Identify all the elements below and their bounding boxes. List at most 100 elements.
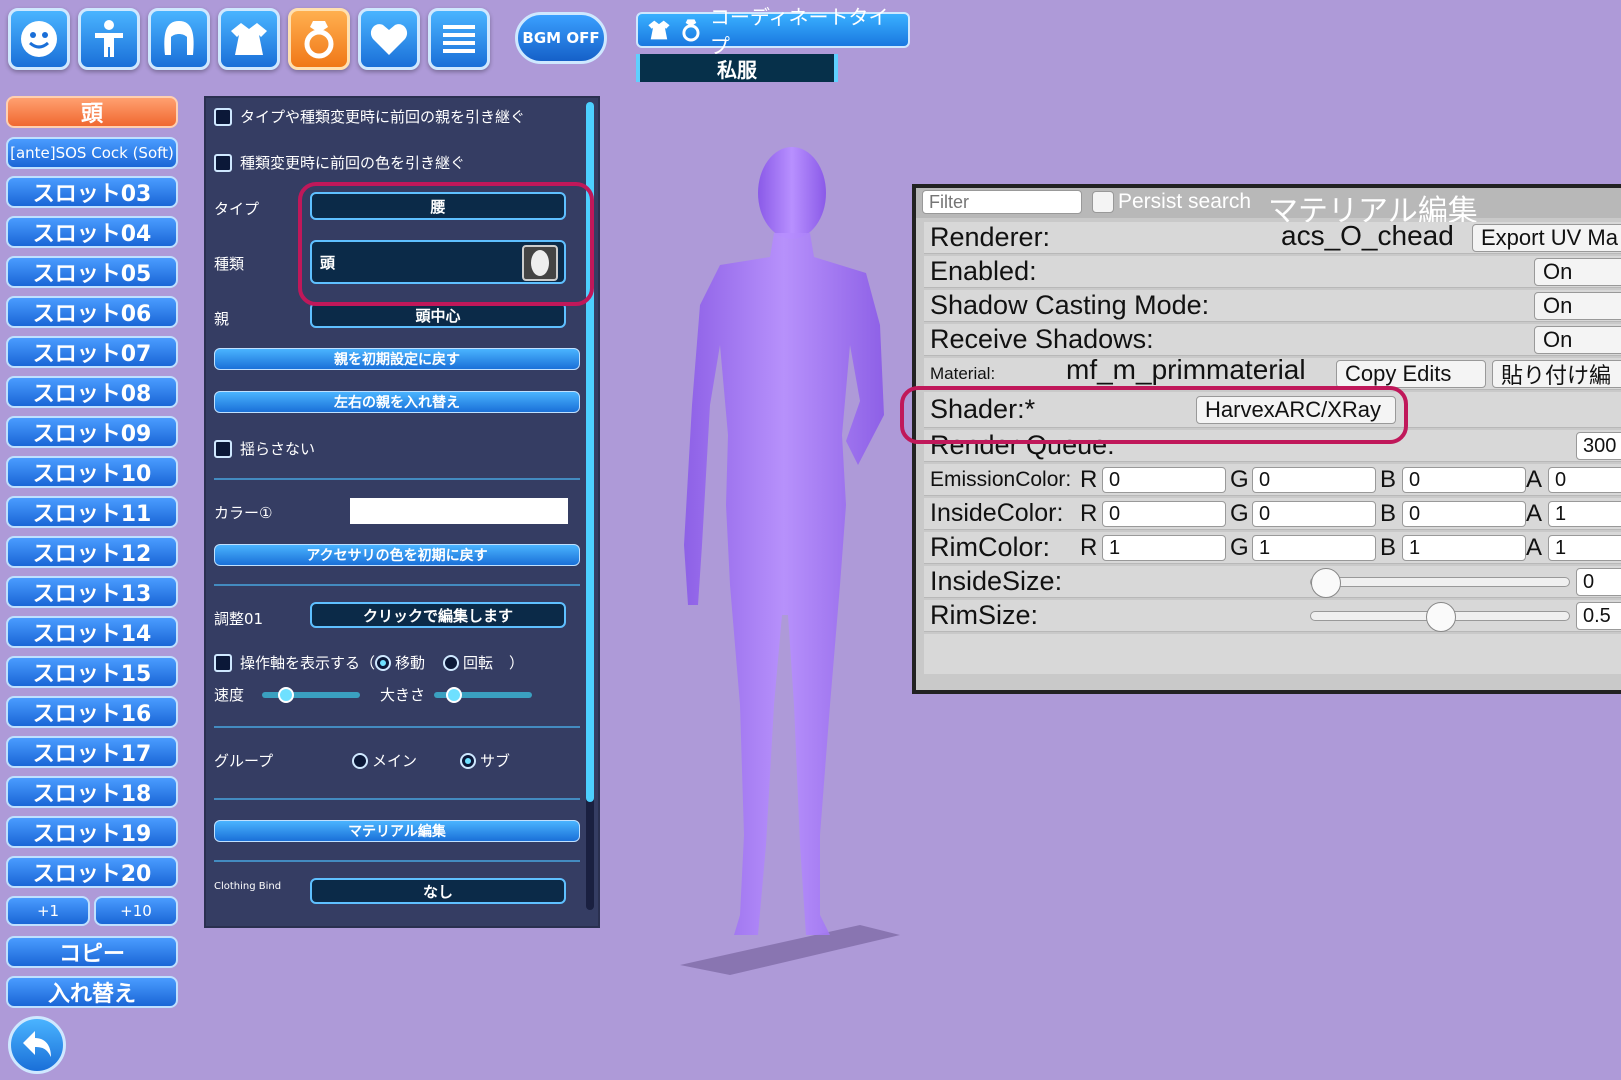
slot-button[interactable]: スロット11 [6, 496, 178, 528]
inside-channel-input[interactable]: 0 [1102, 501, 1226, 527]
keep-color-toggle[interactable]: 種類変更時に前回の色を引き継ぐ [214, 152, 465, 173]
size-slider[interactable] [434, 687, 532, 703]
rim-size-input[interactable]: 0.5 [1576, 602, 1621, 630]
no-sway-toggle[interactable]: 揺らさない [214, 438, 315, 459]
bgm-toggle-button[interactable]: BGM OFF [515, 12, 607, 64]
filter-input[interactable] [922, 190, 1082, 214]
hair-icon[interactable] [148, 8, 210, 70]
show-axis-checkbox[interactable] [214, 653, 232, 672]
render-queue-input[interactable]: 300 [1576, 432, 1621, 460]
slot-button[interactable]: スロット06 [6, 296, 178, 328]
keep-color-checkbox[interactable] [214, 153, 232, 172]
emission-channel-input[interactable]: 0 [1252, 467, 1376, 493]
copy-edits-button[interactable]: Copy Edits [1336, 360, 1486, 388]
inside-size-knob[interactable] [1311, 568, 1341, 598]
rim-size-knob[interactable] [1426, 602, 1456, 632]
emission-channel-input[interactable]: 0 [1102, 467, 1226, 493]
slot-button[interactable]: スロット19 [6, 816, 178, 848]
slot-button[interactable]: スロット15 [6, 656, 178, 688]
inside-channel-input[interactable]: 1 [1548, 501, 1621, 527]
group-main-option[interactable]: メイン [352, 750, 417, 771]
size-slider-knob[interactable] [446, 687, 463, 703]
group-main-radio[interactable] [352, 752, 368, 769]
enabled-toggle[interactable]: On [1534, 258, 1621, 286]
copy-button[interactable]: コピー [6, 936, 178, 968]
inside-size-slider[interactable] [1310, 568, 1570, 598]
color1-label: カラー① [214, 504, 273, 522]
size-label: 大きさ [380, 686, 426, 704]
persist-search-checkbox[interactable] [1092, 191, 1114, 213]
keep-parent-toggle[interactable]: タイプや種類変更時に前回の親を引き継ぐ [214, 106, 525, 127]
swap-button[interactable]: 入れ替え [6, 976, 178, 1008]
group-label: グループ [214, 752, 274, 770]
inside-size-label: InsideSize: [930, 566, 1063, 596]
slot-button[interactable]: スロット12 [6, 536, 178, 568]
group-sub-label: サブ [480, 752, 511, 770]
coordinate-type-button[interactable]: コーディネートタイプ [636, 5, 910, 58]
emission-channel-input[interactable]: 0 [1402, 467, 1526, 493]
swap-parent-button[interactable]: 左右の親を入れ替え [214, 391, 580, 413]
reset-color-button[interactable]: アクセサリの色を初期に戻す [214, 544, 580, 566]
speed-slider[interactable] [262, 687, 360, 703]
slot-button[interactable]: スロット16 [6, 696, 178, 728]
slot-head[interactable]: 頭 [6, 96, 178, 128]
clothing-icon[interactable] [218, 8, 280, 70]
material-edit-button[interactable]: マテリアル編集 [214, 820, 580, 842]
paste-edits-button[interactable]: 貼り付け編 [1492, 360, 1621, 388]
inside-channel-input[interactable]: 0 [1402, 501, 1526, 527]
receive-shadows-toggle[interactable]: On [1534, 326, 1621, 354]
slot-button[interactable]: スロット05 [6, 256, 178, 288]
slot-button[interactable]: スロット08 [6, 376, 178, 408]
slot-button[interactable]: スロット18 [6, 776, 178, 808]
accessory-ring-icon[interactable] [288, 8, 350, 70]
divider [214, 798, 580, 800]
rim-channel-input[interactable]: 1 [1102, 535, 1226, 561]
slot-button[interactable]: スロット20 [6, 856, 178, 888]
rim-size-slider[interactable] [1310, 602, 1570, 632]
heart-icon[interactable] [358, 8, 420, 70]
emission-color-label: EmissionColor: [930, 467, 1072, 491]
speed-slider-knob[interactable] [278, 687, 295, 703]
group-sub-option[interactable]: サブ [460, 750, 510, 771]
plus10-button[interactable]: +10 [94, 896, 178, 926]
export-uv-button[interactable]: Export UV Ma [1472, 224, 1621, 252]
group-main-label: メイン [372, 752, 418, 770]
back-button[interactable] [8, 1016, 66, 1074]
slot-button[interactable]: スロット04 [6, 216, 178, 248]
coordinate-type-value[interactable]: 私服 [636, 54, 838, 82]
rim-channel-input[interactable]: 1 [1402, 535, 1526, 561]
emission-channel-input[interactable]: 0 [1548, 467, 1621, 493]
slot-button[interactable]: スロット13 [6, 576, 178, 608]
body-icon[interactable] [78, 8, 140, 70]
face-icon[interactable] [8, 8, 70, 70]
slot-button[interactable]: スロット10 [6, 456, 178, 488]
slot-button[interactable]: スロット07 [6, 336, 178, 368]
slot-button[interactable]: スロット03 [6, 176, 178, 208]
shadow-casting-label: Shadow Casting Mode: [930, 290, 1210, 320]
plus1-button[interactable]: +1 [6, 896, 90, 926]
menu-icon[interactable] [428, 8, 490, 70]
slot-02[interactable]: [ante]SOS Cock (Soft) [6, 137, 178, 169]
rim-channel-input[interactable]: 1 [1548, 535, 1621, 561]
inside-size-input[interactable]: 0 [1576, 568, 1621, 596]
inside-channel-label: B [1380, 500, 1397, 527]
adjust01-edit-button[interactable]: クリックで編集します [310, 602, 566, 628]
group-sub-radio[interactable] [460, 752, 476, 769]
keep-parent-checkbox[interactable] [214, 107, 232, 126]
no-sway-checkbox[interactable] [214, 439, 232, 458]
shadow-casting-toggle[interactable]: On [1534, 292, 1621, 320]
color1-swatch[interactable] [350, 498, 568, 524]
slot-button[interactable]: スロット09 [6, 416, 178, 448]
divider [214, 478, 580, 480]
parent-label: 親 [214, 310, 230, 328]
clothing-bind-dropdown[interactable]: なし [310, 878, 566, 904]
move-radio[interactable] [375, 654, 392, 671]
back-arrow-icon [23, 1031, 51, 1057]
inside-channel-input[interactable]: 0 [1252, 501, 1376, 527]
reset-parent-button[interactable]: 親を初期設定に戻す [214, 348, 580, 370]
slot-button[interactable]: スロット14 [6, 616, 178, 648]
slot-button[interactable]: スロット17 [6, 736, 178, 768]
rim-channel-input[interactable]: 1 [1252, 535, 1376, 561]
renderer-value: acs_O_chead [1281, 220, 1454, 251]
rotate-radio[interactable] [443, 654, 460, 671]
